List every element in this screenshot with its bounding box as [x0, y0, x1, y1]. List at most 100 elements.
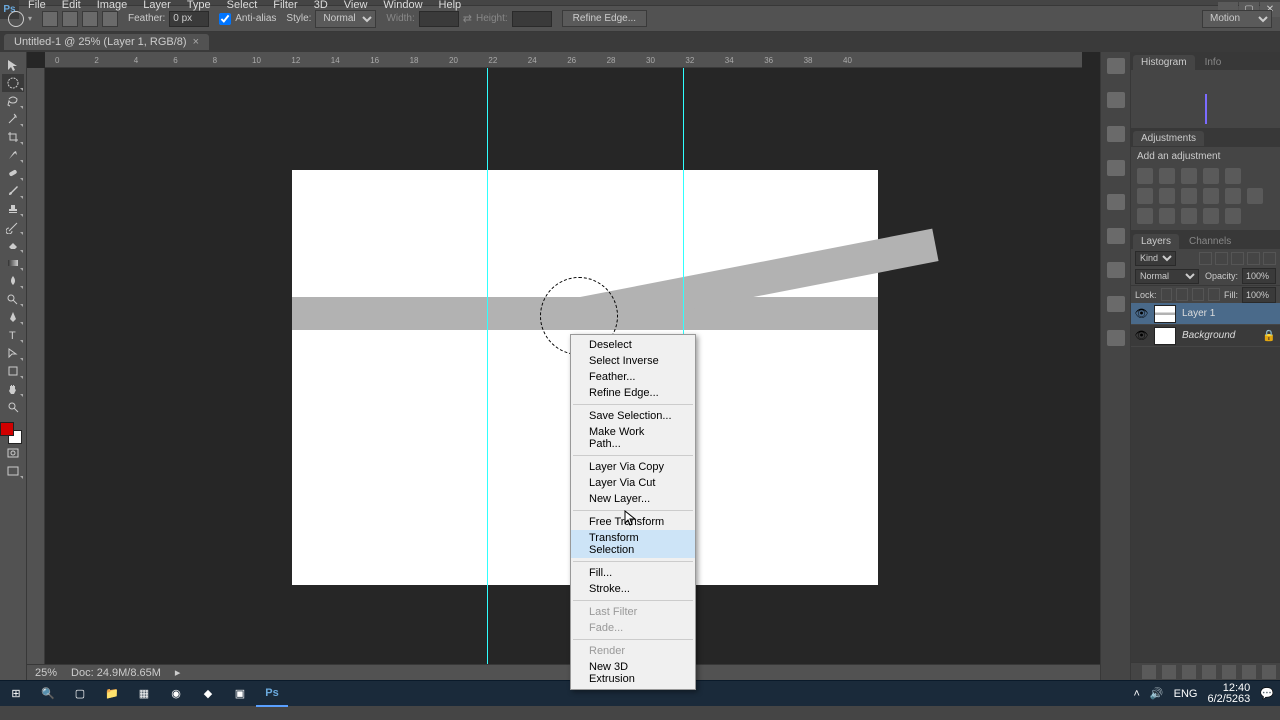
- menu-image[interactable]: Image: [89, 0, 136, 13]
- context-menu-item[interactable]: New 3D Extrusion: [571, 659, 695, 687]
- app-icon-2[interactable]: ◆: [192, 681, 224, 707]
- tray-chevron-icon[interactable]: ˄: [1133, 688, 1139, 700]
- visibility-eye-icon[interactable]: 👁: [1135, 307, 1148, 320]
- marquee-tool-icon[interactable]: [2, 74, 24, 92]
- context-menu-item[interactable]: Refine Edge...: [571, 385, 695, 401]
- eraser-tool-icon[interactable]: [2, 236, 24, 254]
- pen-tool-icon[interactable]: [2, 308, 24, 326]
- panel-icon-3[interactable]: [1107, 126, 1125, 142]
- adj-levels-icon[interactable]: [1159, 168, 1175, 184]
- lock-all-icon[interactable]: [1208, 288, 1220, 301]
- menu-layer[interactable]: Layer: [135, 0, 179, 13]
- blend-mode-select[interactable]: Normal: [1135, 269, 1199, 284]
- tab-channels[interactable]: Channels: [1181, 234, 1239, 249]
- zoom-level[interactable]: 25%: [35, 667, 57, 679]
- adj-bw-icon[interactable]: [1181, 188, 1197, 204]
- hand-tool-icon[interactable]: [2, 380, 24, 398]
- menu-type[interactable]: Type: [179, 0, 219, 13]
- panel-icon-6[interactable]: [1107, 228, 1125, 244]
- context-menu-item[interactable]: Transform Selection: [571, 530, 695, 558]
- adj-mixer-icon[interactable]: [1225, 188, 1241, 204]
- adj-photo-icon[interactable]: [1203, 188, 1219, 204]
- document-tab[interactable]: Untitled-1 @ 25% (Layer 1, RGB/8) ×: [4, 34, 209, 50]
- visibility-eye-icon[interactable]: 👁: [1135, 329, 1148, 342]
- system-tray[interactable]: ˄ 🔊 ENG 12:40 6/2/5263 💬: [1133, 683, 1280, 705]
- filter-shape-icon[interactable]: [1247, 252, 1260, 265]
- context-menu-item[interactable]: Deselect: [571, 337, 695, 353]
- panel-icon-9[interactable]: [1107, 330, 1125, 346]
- history-brush-tool-icon[interactable]: [2, 218, 24, 236]
- stamp-tool-icon[interactable]: [2, 200, 24, 218]
- adj-colorbal-icon[interactable]: [1159, 188, 1175, 204]
- color-swatches[interactable]: [0, 422, 22, 444]
- adj-curves-icon[interactable]: [1181, 168, 1197, 184]
- path-select-tool-icon[interactable]: [2, 344, 24, 362]
- canvas-viewport[interactable]: [45, 68, 1082, 664]
- adj-poster-icon[interactable]: [1159, 208, 1175, 224]
- menu-window[interactable]: Window: [375, 0, 430, 13]
- filter-pixel-icon[interactable]: [1199, 252, 1212, 265]
- quickmask-icon[interactable]: [2, 444, 24, 462]
- layer-kind-select[interactable]: Kind: [1135, 251, 1176, 266]
- ruler-vertical[interactable]: [27, 68, 45, 664]
- tray-notifications-icon[interactable]: 💬: [1260, 687, 1274, 700]
- foreground-color-swatch[interactable]: [0, 422, 14, 436]
- start-button[interactable]: ⊞: [0, 681, 32, 707]
- panel-icon-5[interactable]: [1107, 194, 1125, 210]
- explorer-icon[interactable]: 📁: [96, 681, 128, 707]
- app-icon-3[interactable]: ▣: [224, 681, 256, 707]
- context-menu-item[interactable]: Stroke...: [571, 581, 695, 597]
- document-tab-close-icon[interactable]: ×: [193, 36, 199, 48]
- context-menu-item[interactable]: Fill...: [571, 565, 695, 581]
- adj-select-icon[interactable]: [1225, 208, 1241, 224]
- move-tool-icon[interactable]: [2, 56, 24, 74]
- eyedropper-tool-icon[interactable]: [2, 146, 24, 164]
- adj-grad-icon[interactable]: [1203, 208, 1219, 224]
- blur-tool-icon[interactable]: [2, 272, 24, 290]
- trash-icon[interactable]: [1262, 665, 1276, 679]
- tray-lang[interactable]: ENG: [1174, 688, 1198, 700]
- context-menu-item[interactable]: Save Selection...: [571, 408, 695, 424]
- lock-pos-icon[interactable]: [1192, 288, 1204, 301]
- ruler-horizontal[interactable]: 0246810121416182022242628303234363840: [45, 52, 1082, 68]
- menu-view[interactable]: View: [336, 0, 376, 13]
- layer-thumb[interactable]: [1154, 327, 1176, 345]
- fx-icon[interactable]: [1162, 665, 1176, 679]
- context-menu-item[interactable]: Layer Via Copy: [571, 459, 695, 475]
- wand-tool-icon[interactable]: [2, 110, 24, 128]
- lock-pixel-icon[interactable]: [1176, 288, 1188, 301]
- adj-vibrance-icon[interactable]: [1225, 168, 1241, 184]
- panel-icon-4[interactable]: [1107, 160, 1125, 176]
- tab-histogram[interactable]: Histogram: [1133, 55, 1195, 70]
- antialias-checkbox[interactable]: [219, 13, 231, 25]
- guide-vertical-1[interactable]: [487, 68, 488, 664]
- layer-thumb[interactable]: [1154, 305, 1176, 323]
- canvas-area[interactable]: 0246810121416182022242628303234363840 25…: [27, 52, 1100, 680]
- mask-icon[interactable]: [1182, 665, 1196, 679]
- taskview-icon[interactable]: ▢: [64, 681, 96, 707]
- adj-invert-icon[interactable]: [1137, 208, 1153, 224]
- layer-name[interactable]: Background: [1182, 330, 1235, 341]
- layer-item-layer1[interactable]: 👁 Layer 1: [1131, 303, 1280, 325]
- context-menu-item[interactable]: Layer Via Cut: [571, 475, 695, 491]
- chrome-icon[interactable]: ◉: [160, 681, 192, 707]
- photoshop-taskbar-icon[interactable]: Ps: [256, 681, 288, 707]
- search-icon[interactable]: 🔍: [32, 681, 64, 707]
- dodge-tool-icon[interactable]: [2, 290, 24, 308]
- menu-select[interactable]: Select: [219, 0, 266, 13]
- adj-exposure-icon[interactable]: [1203, 168, 1219, 184]
- panel-icon-1[interactable]: [1107, 58, 1125, 74]
- menu-filter[interactable]: Filter: [265, 0, 305, 13]
- context-menu-item[interactable]: Make Work Path...: [571, 424, 695, 452]
- refine-edge-button[interactable]: Refine Edge...: [562, 10, 647, 27]
- adj-thresh-icon[interactable]: [1181, 208, 1197, 224]
- layer-name[interactable]: Layer 1: [1182, 308, 1215, 319]
- adj-brightness-icon[interactable]: [1137, 168, 1153, 184]
- brush-tool-icon[interactable]: [2, 182, 24, 200]
- menu-edit[interactable]: Edit: [54, 0, 89, 13]
- lock-trans-icon[interactable]: [1161, 288, 1173, 301]
- status-arrow-icon[interactable]: ▸: [175, 666, 181, 679]
- opacity-input[interactable]: [1242, 268, 1276, 284]
- tray-volume-icon[interactable]: 🔊: [1150, 687, 1164, 700]
- link-layers-icon[interactable]: [1142, 665, 1156, 679]
